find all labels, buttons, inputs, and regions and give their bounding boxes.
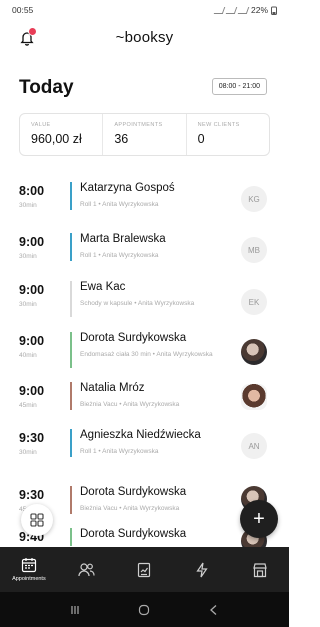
service-details: Schody w kapsule • Anita Wyrzykowska [80, 300, 195, 307]
tab-boost[interactable] [173, 547, 231, 592]
appointment-time: 9:30 [19, 488, 45, 502]
tab-reports[interactable] [116, 547, 174, 592]
store-icon [253, 562, 267, 577]
wifi-icon [213, 6, 226, 14]
service-details: Endomasaż ciała 30 min • Anita Wyrzykows… [80, 351, 213, 358]
recent-apps-icon[interactable] [69, 604, 81, 616]
grid-icon [30, 513, 44, 527]
service-color-bar [70, 182, 72, 210]
client-name: Marta Bralewska [80, 233, 166, 245]
lightning-icon [196, 562, 208, 577]
top-bar: ~booksy [0, 24, 289, 50]
clients-icon [78, 563, 95, 577]
tab-store[interactable] [231, 547, 289, 592]
client-avatar: MB [241, 237, 267, 263]
add-appointment-button[interactable]: + [240, 500, 278, 538]
stat-new-clients: NEW CLIENTS 0 [187, 114, 269, 155]
tab-label: Appointments [12, 576, 46, 582]
client-name: Dorota Surdykowska [80, 332, 187, 344]
battery-level: 22% [250, 5, 268, 15]
appointment-time: 9:00 [19, 334, 45, 348]
service-color-bar [70, 281, 72, 317]
calendar-icon [21, 558, 36, 573]
plus-icon: + [253, 507, 265, 530]
home-icon[interactable] [138, 604, 150, 616]
service-details: Roll 1 • Anita Wyrzykowska [80, 252, 159, 259]
client-avatar: KG [241, 186, 267, 212]
service-color-bar [70, 233, 72, 261]
appointment-duration: 30min [19, 253, 37, 260]
service-details: Roll 1 • Anita Wyrzykowska [80, 448, 159, 455]
appointment-time: 9:00 [19, 283, 45, 297]
stat-number: 0 [197, 132, 205, 146]
appointment-duration: 30min [19, 449, 37, 456]
service-details: Bieżnia Vacu • Anita Wyrzykowska [80, 505, 180, 512]
status-icons: 22% [213, 5, 277, 15]
page-title: Today [19, 77, 74, 98]
tab-clients[interactable] [58, 547, 116, 592]
service-color-bar [70, 486, 72, 514]
client-avatar-photo [241, 384, 267, 410]
appointment-time: 9:30 [19, 431, 45, 445]
service-color-bar [70, 382, 72, 410]
app-logo: ~booksy [115, 29, 174, 46]
appointment-time: 8:00 [19, 184, 45, 198]
stat-value: VALUE 960,00 zł [20, 114, 104, 155]
appointment-time: 9:00 [19, 235, 45, 249]
back-icon[interactable] [208, 604, 220, 616]
client-avatar-photo [241, 339, 267, 365]
stat-number: 36 [114, 132, 129, 146]
working-hours-button[interactable]: 08:00 - 21:00 [211, 78, 267, 95]
client-name: Dorota Surdykowska [80, 486, 187, 498]
appointment-duration: 30min [19, 301, 37, 308]
client-name: Natalia Mróz [80, 382, 145, 394]
appointment-duration: 30min [19, 202, 37, 209]
service-color-bar [70, 528, 72, 546]
client-name: Dorota Surdykowska [80, 528, 187, 540]
system-navigation-bar [0, 592, 289, 627]
status-bar: 00:55 22% [0, 0, 289, 20]
battery-icon [271, 6, 277, 15]
stats-card: VALUE 960,00 zł APPOINTMENTS 36 NEW CLIE… [19, 113, 270, 156]
signal-icon [237, 6, 250, 14]
reports-icon [138, 562, 151, 577]
tab-appointments[interactable]: Appointments [0, 547, 58, 592]
client-avatar: AN [241, 433, 267, 459]
stat-label: NEW CLIENTS [197, 122, 240, 128]
appointment-time: 9:00 [19, 384, 45, 398]
stat-appointments: APPOINTMENTS 36 [103, 114, 187, 155]
appointment-duration: 45min [19, 402, 37, 409]
service-details: Bieżnia Vacu • Anita Wyrzykowska [80, 401, 180, 408]
signal-icon [225, 6, 238, 14]
client-name: Katarzyna Gospoś [80, 182, 175, 194]
bottom-tab-bar: Appointments [0, 547, 289, 592]
service-color-bar [70, 429, 72, 457]
stat-label: VALUE [31, 122, 51, 128]
client-name: Ewa Kac [80, 281, 126, 293]
service-color-bar [70, 332, 72, 368]
stat-label: APPOINTMENTS [114, 122, 163, 128]
status-time: 00:55 [12, 5, 34, 15]
calendar-view-button[interactable] [21, 504, 53, 536]
service-details: Roll 1 • Anita Wyrzykowska [80, 201, 159, 208]
stat-number: 960,00 zł [31, 132, 82, 146]
appointment-duration: 40min [19, 352, 37, 359]
client-avatar: EK [241, 289, 267, 315]
client-name: Agnieszka Niedźwiecka [80, 429, 201, 441]
